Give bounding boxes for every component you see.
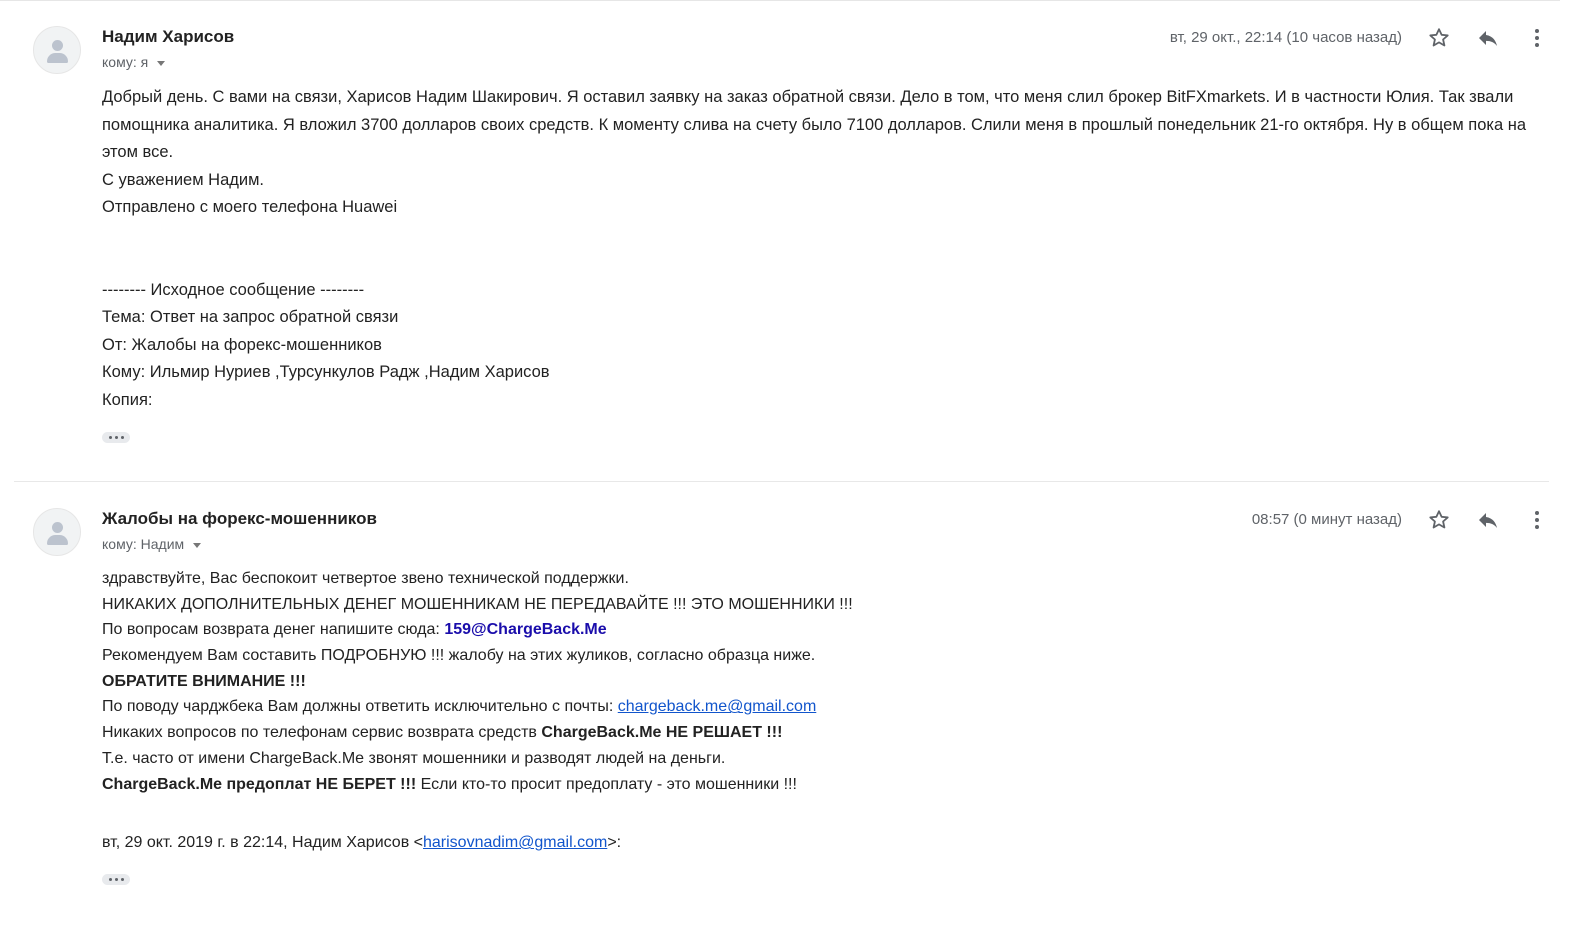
email-message: Жалобы на форекс-мошенников кому: Надим … <box>0 484 1560 943</box>
body-line: Рекомендуем Вам составить ПОДРОБНУЮ !!! … <box>102 647 816 665</box>
body-line: ChargeBack.Me предоплат НЕ БЕРЕТ !!! Есл… <box>102 775 797 793</box>
original-cc: Копия: <box>102 390 153 409</box>
body-line: Т.е. часто от имени ChargeBack.Me звонят… <box>102 749 726 767</box>
chevron-down-icon <box>193 542 202 548</box>
body-line: здравствуйте, Вас беспокоит четвертое зв… <box>102 570 629 587</box>
message-date: 08:57 (0 минут назад) <box>1251 511 1402 528</box>
show-trimmed-content-button[interactable] <box>102 432 130 443</box>
show-trimmed-content-button[interactable] <box>102 874 130 885</box>
recipient-details[interactable]: кому: Надим <box>102 536 202 552</box>
body-line: НИКАКИХ ДОПОЛНИТЕЛЬНЫХ ДЕНЕГ МОШЕННИКАМ … <box>102 595 853 613</box>
body-line: Никаких вопросов по телефонам сервис воз… <box>102 724 783 742</box>
quote-attribution: вт, 29 окт. 2019 г. в 22:14, Надим Харис… <box>102 834 622 852</box>
star-icon[interactable] <box>1427 508 1451 532</box>
original-from: От: Жалобы на форекс-мошенников <box>102 335 382 354</box>
message-date: вт, 29 окт., 22:14 (10 часов назад) <box>1169 29 1402 46</box>
avatar[interactable] <box>33 26 81 74</box>
message-body: здравствуйте, Вас беспокоит четвертое зв… <box>102 566 1552 856</box>
recipient-details[interactable]: кому: я <box>102 54 166 70</box>
reply-icon[interactable] <box>1476 508 1500 532</box>
original-subject: Тема: Ответ на запрос обратной связи <box>102 308 399 326</box>
original-message-header: -------- Исходное сообщение -------- <box>102 280 365 299</box>
regards-line: С уважением Надим. <box>102 170 265 189</box>
body-line: По поводу чарджбека Вам должны ответить … <box>102 698 817 716</box>
chevron-down-icon <box>157 60 166 66</box>
recipient-label: кому: я <box>102 54 149 70</box>
chargeback-email-link[interactable]: chargeback.me@gmail.com <box>618 698 817 715</box>
original-to: Кому: Ильмир Нуриев ,Турсункулов Радж ,Н… <box>102 363 550 381</box>
signature-line: Отправлено с моего телефона Huawei <box>102 198 398 216</box>
reply-icon[interactable] <box>1476 26 1500 50</box>
sender-name[interactable]: Надим Харисов <box>102 27 234 47</box>
star-icon[interactable] <box>1427 26 1451 50</box>
more-vert-icon[interactable] <box>1525 26 1549 50</box>
body-line: По вопросам возврата денег напишите сюда… <box>102 621 607 639</box>
person-icon <box>52 40 63 51</box>
more-vert-icon[interactable] <box>1525 508 1549 532</box>
sender-email-link[interactable]: harisovnadim@gmail.com <box>423 834 607 851</box>
recipient-label: кому: Надим <box>102 536 185 552</box>
support-email: 159@ChargeBack.Me <box>444 621 607 639</box>
body-paragraph: Добрый день. С вами на связи, Харисов На… <box>102 88 1527 161</box>
email-message: Надим Харисов кому: я вт, 29 окт., 22:14… <box>0 0 1560 482</box>
body-line: ОБРАТИТЕ ВНИМАНИЕ !!! <box>102 672 306 690</box>
message-body: Добрый день. С вами на связи, Харисов На… <box>102 84 1552 414</box>
sender-name[interactable]: Жалобы на форекс-мошенников <box>102 509 377 529</box>
person-icon <box>52 522 63 533</box>
message-divider <box>14 481 1549 482</box>
avatar[interactable] <box>33 508 81 556</box>
